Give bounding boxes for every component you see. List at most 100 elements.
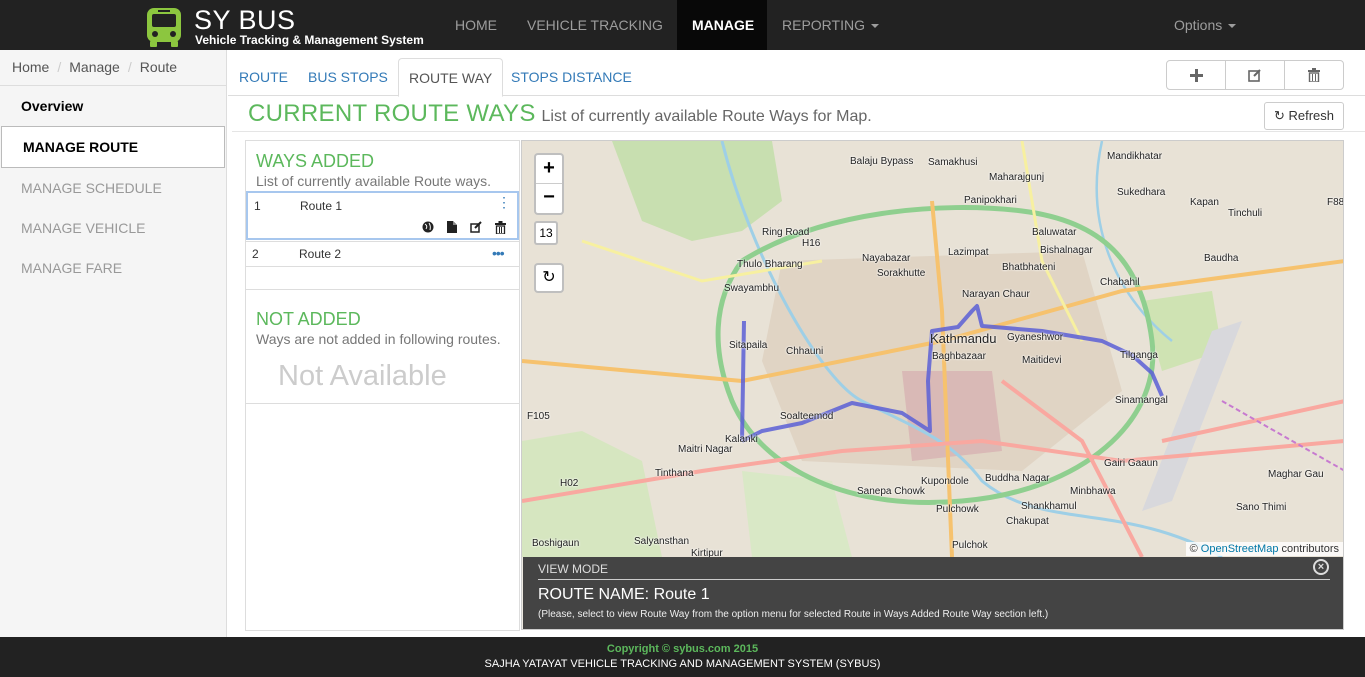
map-label: Soalteemod bbox=[780, 411, 834, 422]
brand-title: SY BUS bbox=[194, 5, 296, 35]
map-tiles bbox=[522, 141, 1343, 557]
map-label: Maitidevi bbox=[1022, 355, 1062, 366]
map-label: Bhatbhateni bbox=[1002, 262, 1056, 273]
row-number: 2 bbox=[252, 247, 259, 261]
breadcrumb-separator: / bbox=[57, 59, 62, 75]
breadcrumb-home[interactable]: Home bbox=[12, 59, 49, 75]
brand-subtitle: Vehicle Tracking & Management System bbox=[195, 33, 424, 47]
map-label: Kapan bbox=[1190, 197, 1219, 208]
trash-icon bbox=[1308, 68, 1320, 82]
breadcrumb-separator: / bbox=[127, 59, 132, 75]
ways-panel: WAYS ADDED List of currently available R… bbox=[245, 140, 520, 631]
globe-icon[interactable] bbox=[420, 219, 436, 235]
map-label: Maharajgunj bbox=[989, 172, 1045, 183]
system-name: SAJHA YATAYAT VEHICLE TRACKING AND MANAG… bbox=[484, 658, 881, 670]
footer: Copyright © sybus.com 2015 SAJHA YATAYAT… bbox=[0, 637, 1365, 677]
ways-added-title: WAYS ADDED bbox=[256, 151, 375, 171]
bus-icon bbox=[147, 8, 181, 47]
row-actions bbox=[420, 219, 508, 235]
tab-route-way[interactable]: ROUTE WAY bbox=[398, 58, 504, 97]
tab-route[interactable]: ROUTE bbox=[229, 58, 298, 96]
map-label: Chhauni bbox=[786, 346, 824, 357]
refresh-label: Refresh bbox=[1288, 108, 1335, 123]
map-label: Sukedhara bbox=[1117, 187, 1166, 198]
map-label: Baudha bbox=[1204, 253, 1239, 264]
options-label: Options bbox=[1174, 17, 1223, 33]
not-added-subtitle: Ways are not added in following routes. bbox=[256, 331, 501, 347]
action-toolbar bbox=[1166, 60, 1344, 90]
view-mode-note: (Please, select to view Route Way from t… bbox=[538, 609, 1049, 620]
tab-bus-stops[interactable]: BUS STOPS bbox=[298, 58, 398, 96]
table-row[interactable]: 2 Route 2 ••• bbox=[246, 241, 519, 267]
map-label: Ring Road bbox=[762, 227, 810, 238]
zoom-level-indicator: 13 bbox=[534, 221, 558, 245]
nav-vehicle-tracking[interactable]: VEHICLE TRACKING bbox=[512, 0, 678, 50]
row-name: Route 2 bbox=[299, 247, 342, 261]
nav-manage[interactable]: MANAGE bbox=[677, 0, 767, 50]
sidebar-item-manage-route[interactable]: MANAGE ROUTE bbox=[1, 126, 225, 168]
map-label: Shankhamul bbox=[1021, 501, 1077, 512]
route-map[interactable]: Balaju Bypass Samakhusi Mandikhatar Maha… bbox=[521, 140, 1344, 630]
edit-icon[interactable] bbox=[468, 219, 484, 235]
zoom-out-button[interactable]: − bbox=[536, 184, 562, 213]
trash-icon[interactable] bbox=[492, 219, 508, 235]
breadcrumb: Home / Manage / Route bbox=[0, 50, 226, 86]
zoom-control: + − bbox=[534, 153, 564, 215]
map-label: Sitapaila bbox=[729, 340, 768, 351]
view-mode-label: VIEW MODE bbox=[538, 562, 609, 576]
sidebar-item-manage-vehicle[interactable]: MANAGE VEHICLE bbox=[0, 208, 226, 248]
header-divider bbox=[232, 131, 1365, 132]
view-mode-panel: VIEW MODE × ROUTE NAME: Route 1 (Please,… bbox=[523, 557, 1343, 629]
map-label: Tilganga bbox=[1120, 350, 1158, 361]
page-header: CURRENT ROUTE WAYS List of currently ava… bbox=[248, 100, 872, 128]
map-label: Buddha Nagar bbox=[985, 473, 1050, 484]
page-title: CURRENT ROUTE WAYS bbox=[248, 100, 536, 127]
map-attribution: © OpenStreetMap contributors bbox=[1185, 542, 1343, 556]
map-label: Mandikhatar bbox=[1107, 151, 1163, 162]
map-label: Bishalnagar bbox=[1040, 245, 1093, 256]
map-label: Pulchowk bbox=[936, 504, 979, 515]
nav-home[interactable]: HOME bbox=[440, 0, 512, 50]
map-label: F88 bbox=[1327, 197, 1344, 208]
sidebar-item-overview[interactable]: Overview bbox=[0, 86, 226, 126]
map-label: Narayan Chaur bbox=[962, 289, 1030, 300]
refresh-button[interactable]: ↻ Refresh bbox=[1264, 102, 1344, 130]
close-icon[interactable]: × bbox=[1313, 559, 1329, 575]
sidebar-item-manage-schedule[interactable]: MANAGE SCHEDULE bbox=[0, 168, 226, 208]
map-label: Kathmandu bbox=[930, 331, 997, 346]
kebab-menu-icon[interactable]: ⋮ bbox=[497, 195, 511, 209]
map-label: Swayambhu bbox=[724, 283, 780, 294]
map-label: Balaju Bypass bbox=[850, 156, 914, 167]
openstreetmap-link[interactable]: OpenStreetMap bbox=[1201, 543, 1279, 555]
map-label: Boshigaun bbox=[532, 538, 580, 549]
plus-icon bbox=[1189, 68, 1203, 82]
sidebar-item-manage-fare[interactable]: MANAGE FARE bbox=[0, 248, 226, 288]
file-icon[interactable] bbox=[444, 219, 460, 235]
brand[interactable]: SY BUS Vehicle Tracking & Management Sys… bbox=[144, 4, 434, 48]
empty-state: Not Available bbox=[278, 360, 447, 392]
map-label: Pulchok bbox=[952, 540, 988, 551]
delete-button[interactable] bbox=[1285, 61, 1343, 89]
add-button[interactable] bbox=[1167, 61, 1226, 89]
map-label: H02 bbox=[560, 478, 579, 489]
ways-added-subtitle: List of currently available Route ways. bbox=[256, 173, 491, 189]
map-label: Maitri Nagar bbox=[678, 444, 733, 455]
copyright: Copyright © sybus.com 2015 bbox=[606, 643, 759, 655]
map-label: Lazimpat bbox=[948, 247, 989, 258]
nav-reporting[interactable]: REPORTING bbox=[767, 0, 894, 50]
tab-stops-distance[interactable]: STOPS DISTANCE bbox=[501, 58, 642, 96]
map-label: Baghbazaar bbox=[932, 351, 986, 362]
attribution-suffix: contributors bbox=[1281, 543, 1339, 555]
breadcrumb-manage[interactable]: Manage bbox=[69, 59, 120, 75]
options-dropdown[interactable]: Options bbox=[1159, 0, 1251, 50]
table-row[interactable]: 1 Route 1 ⋮ bbox=[246, 191, 519, 240]
edit-icon bbox=[1248, 69, 1261, 82]
route-name: ROUTE NAME: Route 1 bbox=[538, 586, 710, 603]
edit-button[interactable] bbox=[1226, 61, 1285, 89]
zoom-in-button[interactable]: + bbox=[536, 155, 562, 184]
reset-view-button[interactable]: ↻ bbox=[534, 263, 564, 293]
map-label: Salyansthan bbox=[634, 536, 690, 547]
more-options-icon[interactable]: ••• bbox=[492, 245, 505, 261]
map-label: Thulo Bharang bbox=[737, 259, 803, 270]
map-label: Gyaneshwor bbox=[1007, 332, 1064, 343]
